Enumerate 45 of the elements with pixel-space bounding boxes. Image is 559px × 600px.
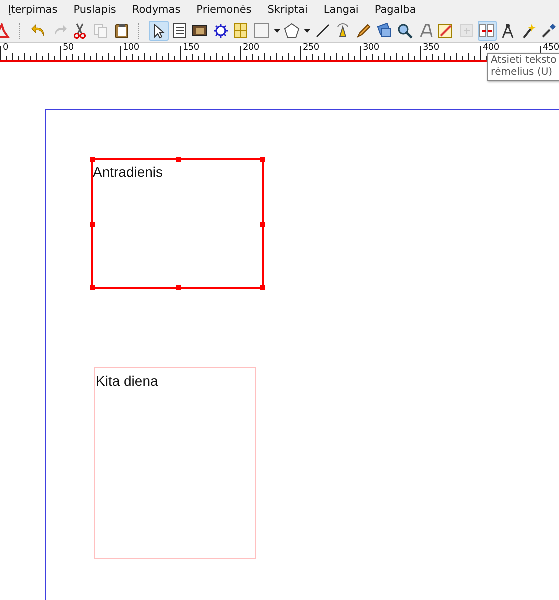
frame-text: Kita diena bbox=[96, 373, 158, 389]
table-icon bbox=[233, 23, 250, 39]
polygon-icon bbox=[284, 23, 300, 39]
menu-item[interactable]: Pagalba bbox=[374, 4, 416, 16]
ruler-number: 300 bbox=[362, 43, 380, 54]
render-icon bbox=[212, 23, 229, 39]
eyedropper-icon bbox=[541, 23, 558, 39]
tooltip-text: Atsieti teksto bbox=[491, 55, 557, 67]
menu-item[interactable]: Puslapis bbox=[74, 4, 116, 16]
ruler-number: 200 bbox=[242, 43, 260, 54]
ruler-number: 350 bbox=[422, 43, 440, 54]
ruler-number: 150 bbox=[182, 43, 200, 54]
menu-item[interactable]: Įterpimas bbox=[8, 4, 58, 16]
unlink-icon bbox=[479, 23, 496, 39]
rotate-icon bbox=[376, 23, 393, 39]
bezier-icon bbox=[335, 23, 352, 39]
paste-icon bbox=[114, 23, 130, 39]
unlink-tool-button[interactable] bbox=[478, 21, 498, 41]
link-icon bbox=[458, 23, 475, 39]
undo-icon bbox=[31, 23, 48, 39]
pencil-icon bbox=[356, 23, 372, 39]
ruler-number: 50 bbox=[62, 43, 75, 54]
text-frame[interactable]: Antradienis bbox=[91, 158, 264, 289]
wand-icon bbox=[520, 23, 537, 39]
story-icon bbox=[438, 23, 454, 39]
render-tool-button[interactable] bbox=[211, 21, 231, 41]
frame-text: Antradienis bbox=[93, 164, 164, 180]
menu-item[interactable]: Rodymas bbox=[132, 4, 181, 16]
menu-item[interactable]: Skriptai bbox=[268, 4, 308, 16]
select-tool-button[interactable] bbox=[149, 21, 169, 41]
copy-icon bbox=[93, 23, 110, 39]
text-frame[interactable]: Kita diena bbox=[94, 367, 256, 559]
textframe-icon bbox=[172, 23, 188, 39]
menu-item[interactable]: Langai bbox=[324, 4, 359, 16]
ruler-number: 250 bbox=[302, 43, 320, 54]
cut-icon bbox=[72, 23, 88, 39]
line-icon bbox=[314, 23, 331, 39]
shape-icon bbox=[254, 23, 270, 39]
menu-item[interactable]: Priemonės bbox=[196, 4, 252, 16]
imageframe-icon bbox=[192, 23, 208, 39]
measure-icon bbox=[500, 23, 516, 39]
edittext-icon bbox=[418, 23, 434, 39]
ruler-number: 100 bbox=[122, 43, 140, 54]
tooltip-text: rėmelius (U) bbox=[491, 67, 553, 79]
zoom-icon bbox=[397, 23, 414, 39]
